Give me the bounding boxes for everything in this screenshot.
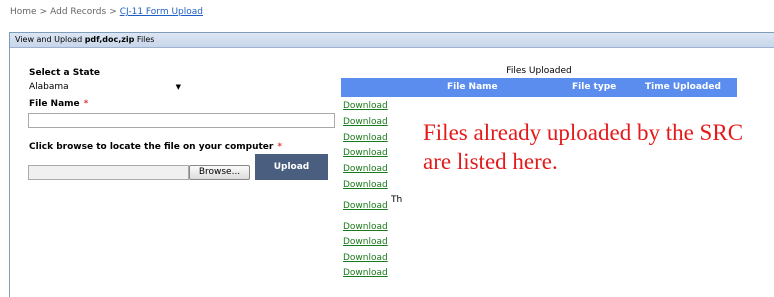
state-select-value: Alabama [29, 82, 69, 92]
browse-instruction-text: Click browse to locate the file on your … [29, 142, 274, 152]
file-name-label-text: File Name [29, 99, 80, 109]
download-link[interactable]: Download [343, 237, 388, 247]
panel-header-file-types: pdf,doc,zip [84, 35, 135, 44]
browse-button[interactable]: Browse... [189, 165, 250, 180]
required-marker: * [83, 99, 89, 109]
required-marker: * [277, 142, 283, 152]
panel-header-suffix: Files [136, 35, 155, 44]
breadcrumb-add-records[interactable]: Add Records [50, 7, 106, 17]
panel-header: View and Upload pdf,doc,zip Files [10, 33, 774, 48]
download-link[interactable]: Download [343, 201, 388, 211]
files-uploaded-title: Files Uploaded [506, 66, 572, 76]
breadcrumb-separator: > [109, 7, 117, 17]
download-link[interactable]: Download [343, 148, 388, 158]
download-link[interactable]: Download [343, 101, 388, 111]
state-label: Select a State [29, 68, 101, 78]
column-header-file-type: File type [572, 82, 617, 92]
files-table-header: File Name File type Time Uploaded [341, 78, 737, 97]
annotation-callout: Files already uploaded by the SRC are li… [423, 120, 744, 174]
file-name-label: File Name * [29, 99, 88, 109]
truncated-text: Th [391, 195, 403, 205]
upload-button[interactable]: Upload [255, 154, 328, 180]
download-link[interactable]: Download [343, 133, 388, 143]
file-name-input[interactable] [28, 113, 335, 128]
download-link[interactable]: Download [343, 268, 388, 278]
file-path-input[interactable] [28, 165, 189, 180]
breadcrumb: Home > Add Records > CJ-11 Form Upload [10, 7, 203, 17]
download-link[interactable]: Download [343, 180, 388, 190]
column-header-file-name: File Name [447, 82, 498, 92]
browse-instruction-label: Click browse to locate the file on your … [29, 142, 282, 152]
breadcrumb-separator: > [39, 7, 48, 17]
chevron-down-icon: ▼ [175, 83, 181, 91]
download-link[interactable]: Download [343, 117, 388, 127]
download-link[interactable]: Download [343, 253, 388, 263]
download-link[interactable]: Download [343, 164, 388, 174]
breadcrumb-home[interactable]: Home [10, 7, 37, 17]
breadcrumb-current-link[interactable]: CJ-11 Form Upload [120, 7, 203, 17]
panel-header-prefix: View and Upload [15, 35, 83, 44]
column-header-time-uploaded: Time Uploaded [645, 82, 721, 92]
download-link[interactable]: Download [343, 222, 388, 232]
state-select[interactable]: Alabama ▼ [28, 82, 185, 96]
